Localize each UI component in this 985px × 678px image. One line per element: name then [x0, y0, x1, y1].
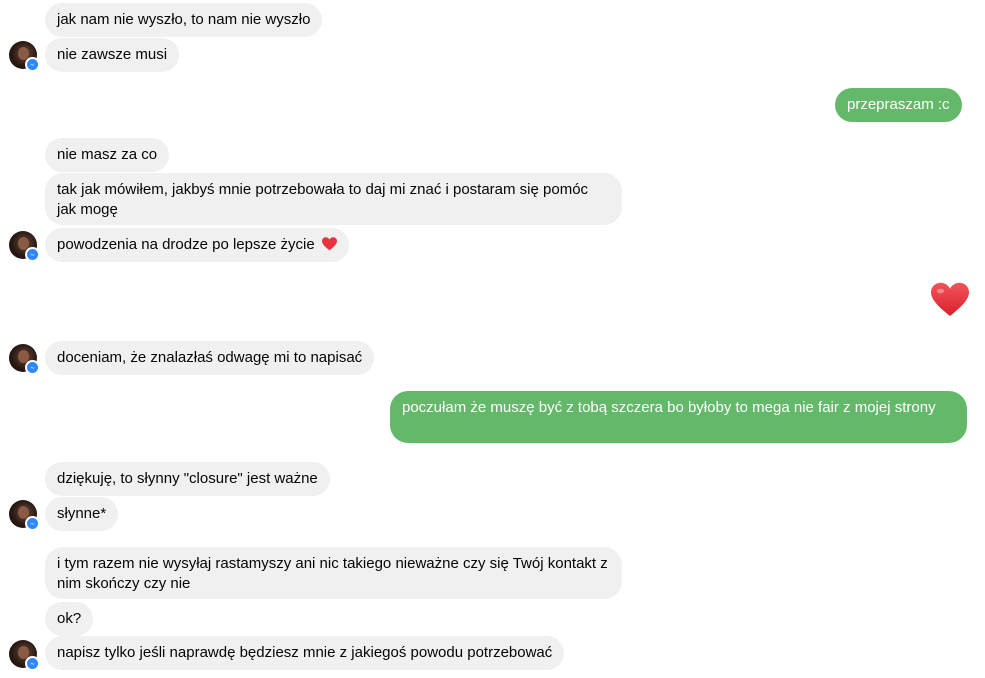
message-text: słynne* [57, 505, 107, 522]
heart-icon[interactable] [931, 281, 969, 319]
contact-avatar[interactable] [9, 500, 40, 531]
contact-avatar[interactable] [9, 344, 40, 375]
message-text: poczułam że muszę być z tobą szczera bo … [402, 399, 936, 416]
messenger-badge-icon [25, 516, 40, 531]
message-bubble-incoming[interactable]: doceniam, że znalazłaś odwagę mi to napi… [45, 341, 375, 375]
message-bubble-incoming[interactable]: jak nam nie wyszło, to nam nie wyszło [45, 3, 323, 37]
message-text: dziękuję, to słynny "closure" jest ważne [57, 470, 318, 487]
message-text: i tym razem nie wysyłaj rastamyszy ani n… [57, 555, 608, 592]
message-text: jak nam nie wyszło, to nam nie wyszło [57, 11, 311, 28]
message-text: doceniam, że znalazłaś odwagę mi to napi… [57, 349, 363, 366]
message-bubble-incoming[interactable]: nie zawsze musi [45, 38, 180, 72]
messenger-badge-icon [25, 247, 40, 262]
message-bubble-incoming[interactable]: ok? [45, 602, 94, 636]
message-bubble-incoming[interactable]: tak jak mówiłem, jakbyś mnie potrzebował… [45, 173, 622, 225]
message-text: ok? [57, 610, 82, 627]
message-bubble-incoming[interactable]: dziękuję, to słynny "closure" jest ważne [45, 462, 330, 496]
message-text: napisz tylko jeśli naprawdę będziesz mni… [57, 644, 553, 661]
message-text: nie zawsze musi [57, 46, 168, 63]
message-bubble-incoming[interactable]: nie masz za co [45, 138, 170, 172]
messenger-badge-icon [25, 656, 40, 671]
message-bubble-incoming[interactable]: i tym razem nie wysyłaj rastamyszy ani n… [45, 547, 622, 599]
contact-avatar[interactable] [9, 231, 40, 262]
message-bubble-incoming[interactable]: napisz tylko jeśli naprawdę będziesz mni… [45, 636, 565, 670]
message-bubble-incoming[interactable]: słynne* [45, 497, 119, 531]
message-bubble-outgoing[interactable]: przepraszam :c [835, 88, 962, 122]
heart-icon [321, 237, 337, 251]
message-text: powodzenia na drodze po lepsze życie [57, 236, 315, 253]
message-text: tak jak mówiłem, jakbyś mnie potrzebował… [57, 181, 589, 218]
contact-avatar[interactable] [9, 640, 40, 671]
message-bubble-incoming[interactable]: powodzenia na drodze po lepsze życie [45, 228, 349, 262]
messenger-badge-icon [25, 57, 40, 72]
contact-avatar[interactable] [9, 41, 40, 72]
message-text: nie masz za co [57, 146, 158, 163]
message-text: przepraszam :c [847, 96, 950, 113]
message-bubble-outgoing[interactable]: poczułam że muszę być z tobą szczera bo … [390, 391, 967, 443]
messenger-badge-icon [25, 360, 40, 375]
